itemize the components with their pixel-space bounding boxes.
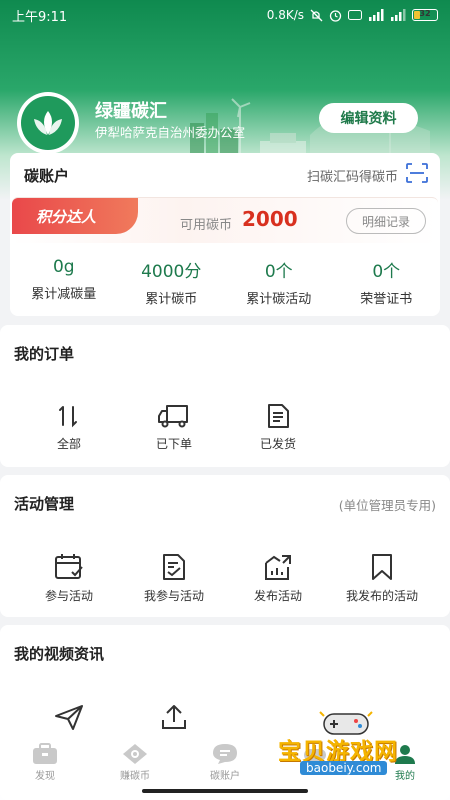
nav-discover-label: 发现 bbox=[35, 771, 55, 782]
edit-profile-button[interactable]: 编辑资料 bbox=[319, 103, 418, 133]
battery-icon: 32 bbox=[412, 9, 438, 21]
order-placed-button[interactable]: 已下单 bbox=[129, 403, 219, 452]
order-all-label: 全部 bbox=[56, 437, 81, 451]
stat-value: 0个 bbox=[372, 262, 401, 282]
clipboard-check-icon bbox=[163, 554, 185, 580]
home-indicator bbox=[142, 789, 308, 793]
stat-label: 累计碳活动 bbox=[246, 292, 312, 307]
carbon-account-card: 碳账户 扫碳汇码得碳币 积分达人 可用碳币 2000 明细记录 0g 累计减碳量… bbox=[10, 153, 440, 316]
my-video-news-title: 我的视频资讯 bbox=[14, 645, 105, 663]
sort-icon bbox=[59, 406, 77, 428]
nav-discover[interactable]: 发现 bbox=[0, 735, 90, 800]
join-activity-label: 参与活动 bbox=[44, 589, 93, 603]
mute-icon bbox=[310, 9, 323, 21]
user-name: 绿疆碳汇 bbox=[95, 101, 167, 122]
status-bar: 上午9:11 0.8K/s 32 bbox=[0, 0, 450, 30]
order-all-button[interactable]: 全部 bbox=[24, 403, 114, 452]
available-coin-value: 2000 bbox=[242, 207, 298, 231]
lotus-logo-icon bbox=[21, 96, 75, 150]
points-box: 积分达人 可用碳币 2000 明细记录 bbox=[12, 197, 438, 243]
stat-carbon-reduction[interactable]: 0g 累计减碳量 bbox=[10, 257, 118, 307]
network-speed: 0.8K/s bbox=[266, 8, 304, 22]
signal-2-icon bbox=[391, 9, 406, 21]
points-master-badge: 积分达人 bbox=[12, 198, 138, 234]
stat-carbon-coins[interactable]: 4000分 累计碳币 bbox=[118, 257, 226, 307]
nav-earn-coins-label: 赚碳币 bbox=[120, 771, 150, 782]
chart-publish-icon bbox=[265, 555, 291, 580]
hd-icon bbox=[348, 10, 362, 20]
eye-icon bbox=[123, 744, 147, 764]
activity-management-section: 活动管理 (单位管理员专用) 参与活动 我参与活动 发布活动 我发布的活动 bbox=[0, 475, 450, 617]
alarm-icon bbox=[329, 9, 342, 22]
stat-label: 累计减碳量 bbox=[31, 287, 97, 302]
stat-value: 0个 bbox=[264, 262, 293, 282]
upload-icon bbox=[162, 705, 186, 729]
send-video-button[interactable] bbox=[24, 703, 114, 731]
site-watermark: 宝贝游戏网 baobeiy.com bbox=[278, 708, 428, 788]
document-icon bbox=[268, 404, 289, 428]
order-placed-label: 已下单 bbox=[155, 437, 192, 451]
stat-label: 荣誉证书 bbox=[360, 292, 413, 307]
nav-carbon-account-label: 碳账户 bbox=[210, 771, 240, 782]
upload-video-button[interactable] bbox=[129, 703, 219, 731]
my-published-activity-label: 我发布的活动 bbox=[345, 589, 418, 603]
publish-activity-label: 发布活动 bbox=[253, 589, 302, 603]
my-orders-title: 我的订单 bbox=[14, 345, 75, 363]
order-shipped-label: 已发货 bbox=[259, 437, 296, 451]
stat-honor-certificates[interactable]: 0个 荣誉证书 bbox=[333, 257, 441, 307]
stat-value: 4000分 bbox=[141, 262, 202, 282]
carbon-account-title: 碳账户 bbox=[24, 167, 70, 185]
available-coin-label: 可用碳币 bbox=[180, 218, 233, 233]
publish-activity-button[interactable]: 发布活动 bbox=[233, 553, 323, 604]
signal-icon bbox=[369, 9, 384, 21]
stat-label: 累计碳币 bbox=[145, 292, 198, 307]
watermark-url: baobeiy.com bbox=[300, 761, 388, 775]
carbon-stats: 0g 累计减碳量 4000分 累计碳币 0个 累计碳活动 0个 荣誉证书 bbox=[10, 257, 440, 307]
my-orders-section: 我的订单 全部 已下单 已发货 bbox=[0, 325, 450, 467]
stat-carbon-activities[interactable]: 0个 累计碳活动 bbox=[225, 257, 333, 307]
send-icon bbox=[55, 705, 83, 730]
admin-only-note: (单位管理员专用) bbox=[338, 498, 436, 513]
chat-icon bbox=[213, 744, 237, 764]
activity-items: 参与活动 我参与活动 发布活动 我发布的活动 bbox=[0, 553, 450, 613]
order-shipped-button[interactable]: 已发货 bbox=[233, 403, 323, 452]
detail-record-button[interactable]: 明细记录 bbox=[346, 208, 426, 234]
calendar-check-icon bbox=[55, 554, 83, 579]
stat-value: 0g bbox=[52, 257, 75, 277]
user-organization: 伊犁哈萨克自治州委办公室 bbox=[95, 125, 246, 140]
scan-carbon-code-link[interactable]: 扫碳汇码得碳币 bbox=[307, 166, 398, 185]
my-joined-activity-button[interactable]: 我参与活动 bbox=[129, 553, 219, 604]
my-joined-activity-label: 我参与活动 bbox=[143, 589, 204, 603]
truck-icon bbox=[158, 405, 188, 428]
status-time: 上午9:11 bbox=[12, 9, 68, 25]
my-published-activity-button[interactable]: 我发布的活动 bbox=[337, 553, 427, 604]
join-activity-button[interactable]: 参与活动 bbox=[24, 553, 114, 604]
scan-icon[interactable] bbox=[406, 163, 428, 183]
battery-percent: 32 bbox=[419, 9, 431, 18]
status-icons: 0.8K/s 32 bbox=[267, 8, 438, 22]
activity-management-title: 活动管理 bbox=[14, 495, 75, 513]
avatar[interactable] bbox=[17, 92, 79, 154]
bookmark-icon bbox=[372, 554, 392, 580]
order-items: 全部 已下单 已发货 bbox=[0, 403, 450, 463]
briefcase-icon bbox=[33, 743, 57, 764]
